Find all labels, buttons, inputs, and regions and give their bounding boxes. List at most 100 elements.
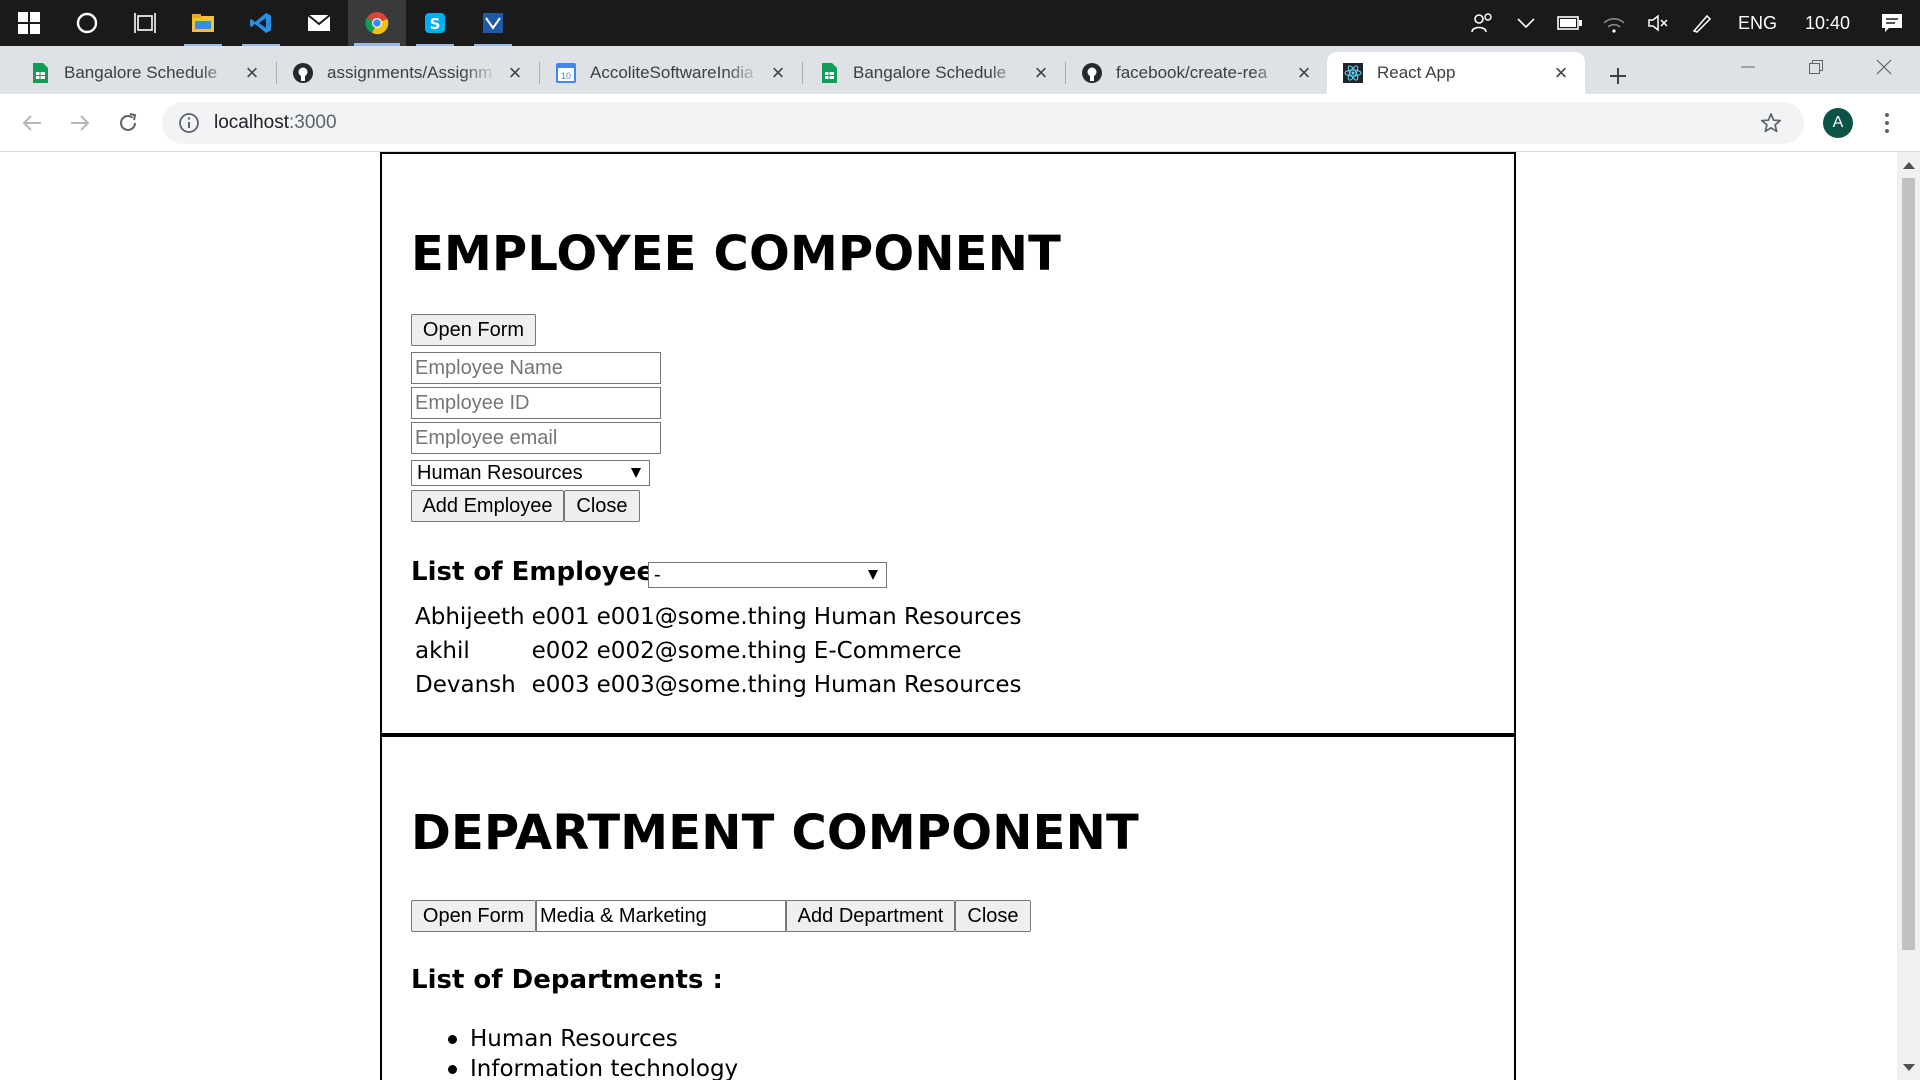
google-calendar-icon: 10 bbox=[556, 63, 576, 83]
tab-title: Bangalore Schedule bbox=[64, 63, 218, 82]
list-item: Human Resources bbox=[447, 1024, 738, 1054]
tab-title: Bangalore Schedule bbox=[853, 63, 1007, 82]
tab-assignments[interactable]: assignments/Assignm × bbox=[277, 52, 539, 94]
vscode-icon[interactable] bbox=[232, 0, 290, 46]
clock[interactable]: 10:40 bbox=[1791, 13, 1864, 34]
department-list-heading: List of Departments : bbox=[411, 965, 723, 995]
cortana-search-icon[interactable] bbox=[58, 0, 116, 46]
department-heading: DEPARTMENT COMPONENT bbox=[411, 805, 1139, 861]
employee-name-cell: Devansh bbox=[415, 672, 516, 698]
employee-id-input[interactable]: Employee ID bbox=[411, 387, 661, 419]
department-open-form-button[interactable]: Open Form bbox=[411, 900, 536, 932]
windows-start-icon[interactable] bbox=[0, 0, 58, 46]
task-view-icon[interactable] bbox=[116, 0, 174, 46]
employee-email-cell: e001@some.thing bbox=[596, 604, 807, 630]
new-tab-plus-icon[interactable] bbox=[1600, 58, 1636, 94]
add-employee-button[interactable]: Add Employee bbox=[411, 490, 564, 522]
minimize-window-icon[interactable] bbox=[1714, 46, 1782, 88]
page-scrollbar[interactable] bbox=[1897, 152, 1920, 1080]
dropdown-arrow-icon bbox=[631, 468, 641, 478]
tab-bangalore-schedule-1[interactable]: Bangalore Schedule × bbox=[14, 52, 276, 94]
employee-id-cell: e002 bbox=[531, 638, 590, 664]
close-tab-icon[interactable]: × bbox=[1551, 60, 1571, 85]
select-value: Human Resources bbox=[417, 461, 583, 484]
file-explorer-icon[interactable] bbox=[174, 0, 232, 46]
close-tab-icon[interactable]: × bbox=[1294, 60, 1314, 85]
browser-menu-icon[interactable] bbox=[1872, 106, 1902, 140]
employee-name-input[interactable]: Employee Name bbox=[411, 352, 661, 384]
system-tray: ENG 10:40 bbox=[1460, 0, 1920, 46]
employee-table: Abhijeeth e001 e001@some.thing Human Res… bbox=[411, 599, 1029, 703]
table-row: akhil e002 e002@some.thing E-Commerce bbox=[415, 635, 1025, 667]
tab-react-app[interactable]: React App × bbox=[1327, 52, 1585, 94]
forward-arrow-icon[interactable] bbox=[62, 105, 98, 141]
employee-department-cell: Human Resources bbox=[813, 604, 1022, 630]
reload-icon[interactable] bbox=[110, 105, 146, 141]
employee-department-cell: Human Resources bbox=[813, 672, 1022, 698]
react-icon bbox=[1343, 63, 1363, 83]
employee-filter-select[interactable]: - bbox=[648, 562, 887, 588]
github-icon bbox=[1082, 63, 1102, 83]
people-icon[interactable] bbox=[1460, 0, 1504, 46]
close-tab-icon[interactable]: × bbox=[242, 60, 262, 85]
tab-title: facebook/create-rea bbox=[1116, 63, 1268, 82]
tab-title: React App bbox=[1377, 63, 1456, 82]
scroll-up-arrow-icon[interactable] bbox=[1903, 162, 1915, 169]
skype-icon[interactable]: S bbox=[406, 0, 464, 46]
mail-icon[interactable] bbox=[290, 0, 348, 46]
speaker-muted-icon[interactable] bbox=[1636, 0, 1680, 46]
department-close-button[interactable]: Close bbox=[955, 900, 1031, 932]
battery-icon[interactable] bbox=[1548, 0, 1592, 46]
employee-department-cell: E-Commerce bbox=[813, 638, 962, 664]
browser-toolbar: localhost:3000 bbox=[0, 94, 1920, 152]
profile-avatar[interactable]: A bbox=[1823, 108, 1853, 138]
department-list: Human Resources Information technology bbox=[447, 1024, 738, 1080]
employee-close-button[interactable]: Close bbox=[564, 490, 640, 522]
employee-email-cell: e002@some.thing bbox=[596, 638, 807, 664]
url-text: localhost:3000 bbox=[214, 112, 337, 133]
scroll-thumb[interactable] bbox=[1902, 178, 1915, 950]
github-icon bbox=[293, 63, 313, 83]
language-indicator[interactable]: ENG bbox=[1724, 13, 1791, 34]
close-window-icon[interactable] bbox=[1850, 46, 1918, 88]
tab-create-react-app[interactable]: facebook/create-rea × bbox=[1066, 52, 1328, 94]
address-bar[interactable]: localhost:3000 bbox=[162, 102, 1804, 144]
select-value: - bbox=[654, 563, 661, 586]
action-center-icon[interactable] bbox=[1864, 0, 1920, 46]
close-tab-icon[interactable]: × bbox=[505, 60, 525, 85]
page-viewport: EMPLOYEE COMPONENT Open Form Employee Na… bbox=[0, 152, 1897, 1080]
wifi-icon[interactable] bbox=[1592, 0, 1636, 46]
table-row: Devansh e003 e003@some.thing Human Resou… bbox=[415, 669, 1025, 701]
svg-text:S: S bbox=[430, 15, 441, 33]
windows-taskbar: S ENG 10:40 bbox=[0, 0, 1920, 46]
pen-ink-icon[interactable] bbox=[1680, 0, 1724, 46]
scroll-down-arrow-icon[interactable] bbox=[1903, 1064, 1915, 1071]
tab-bangalore-schedule-2[interactable]: Bangalore Schedule × bbox=[803, 52, 1065, 94]
tab-title: assignments/Assignm bbox=[327, 63, 493, 82]
restore-window-icon[interactable] bbox=[1782, 46, 1850, 88]
close-tab-icon[interactable]: × bbox=[768, 60, 788, 85]
tab-accolite[interactable]: 10 AccoliteSoftwareIndia × bbox=[540, 52, 802, 94]
list-item: Information technology bbox=[447, 1054, 738, 1080]
table-row: Abhijeeth e001 e001@some.thing Human Res… bbox=[415, 601, 1025, 633]
chevron-up-icon[interactable] bbox=[1504, 0, 1548, 46]
back-arrow-icon[interactable] bbox=[14, 105, 50, 141]
employee-email-input[interactable]: Employee email bbox=[411, 422, 661, 454]
add-department-button[interactable]: Add Department bbox=[786, 900, 955, 932]
google-sheets-icon bbox=[822, 63, 837, 83]
svg-text:10: 10 bbox=[561, 71, 571, 81]
vpn-client-icon[interactable] bbox=[464, 0, 522, 46]
employee-email-cell: e003@some.thing bbox=[596, 672, 807, 698]
employee-name-cell: Abhijeeth bbox=[415, 604, 525, 630]
employee-component: EMPLOYEE COMPONENT Open Form Employee Na… bbox=[380, 152, 1516, 737]
employee-open-form-button[interactable]: Open Form bbox=[411, 314, 536, 346]
department-component: DEPARTMENT COMPONENT Open Form Media & M… bbox=[380, 733, 1516, 1080]
info-icon[interactable] bbox=[178, 112, 200, 134]
employee-department-select[interactable]: Human Resources bbox=[411, 460, 650, 486]
close-tab-icon[interactable]: × bbox=[1031, 60, 1051, 85]
chrome-icon[interactable] bbox=[348, 0, 406, 46]
bookmark-star-icon[interactable] bbox=[1760, 112, 1782, 134]
employee-id-cell: e003 bbox=[531, 672, 590, 698]
employee-name-cell: akhil bbox=[415, 638, 470, 664]
department-name-input[interactable]: Media & Marketing bbox=[536, 900, 786, 932]
